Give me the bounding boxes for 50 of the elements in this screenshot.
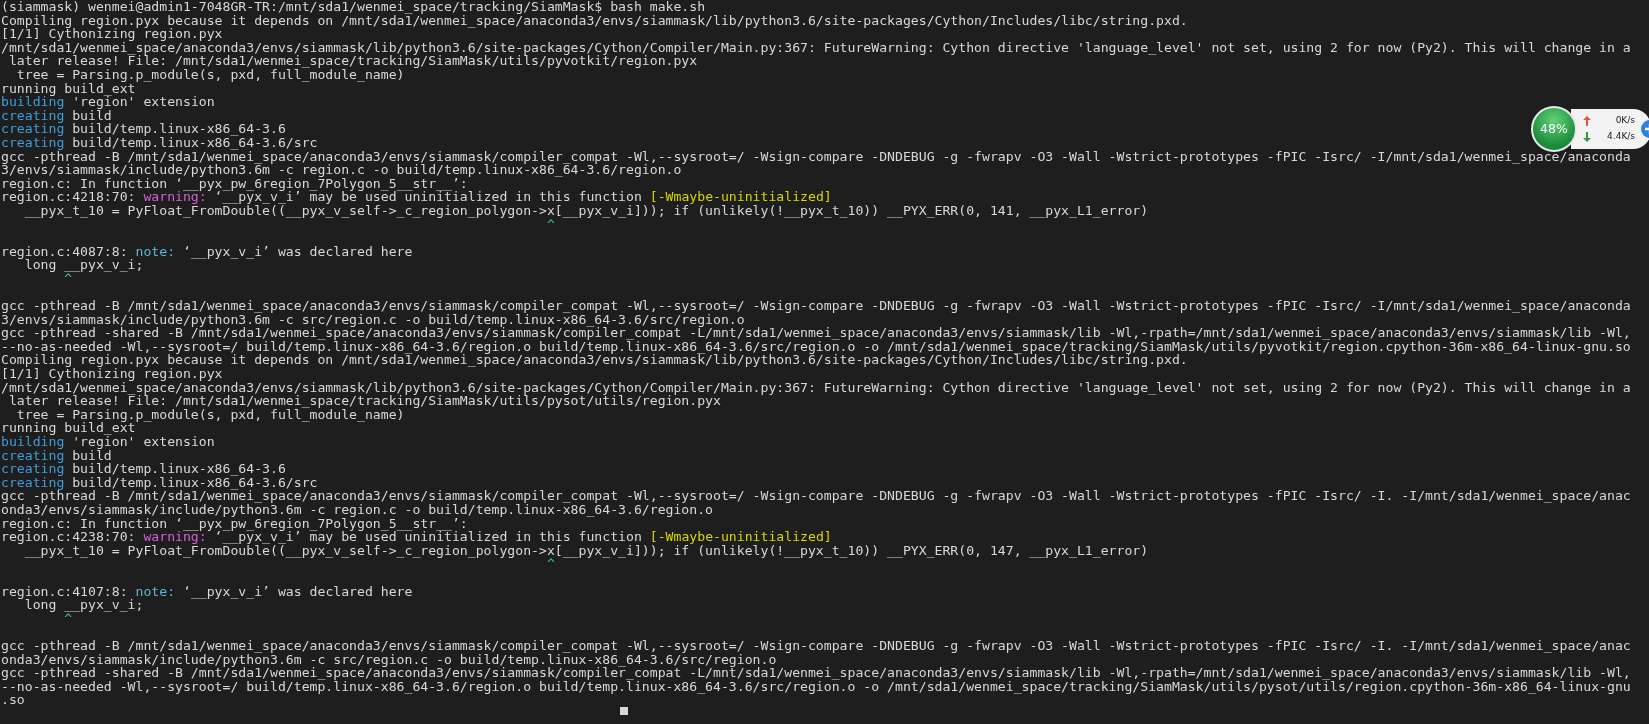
terminal-line: running build_ext	[1, 421, 136, 435]
terminal-line: gcc -pthread -B /mnt/sda1/wenmei_space/anaconda3/envs/siammask/compiler_compat -Wl,--sysroot=/ -Wsign-compare -DNDEBUG -g -fwrapv -O3 -Wall -Wstrict-prototypes -fPIC -Isrc/ -I/mnt/sda1/wenmei_space/anaconda	[1, 149, 1631, 164]
terminal-line: later release! File: /mnt/sda1/wenmei_space/tracking/SiamMask/utils/pysot/utils/region.pyx	[8, 394, 721, 408]
terminal-line: __pyx_t_10 = PyFloat_FromDouble((__pyx_v_self->_c_region_polygon->x[__pyx_v_i])); if (unlikely(!__pyx_t_10)) __PYX_ERR(0, 147, __pyx_L1_error)	[24, 543, 1149, 558]
terminal-line: 3/envs/siammask/include/python3.6m -c src/region.c -o build/temp.linux-x86_64-3.6/src/region.o	[1, 312, 745, 327]
terminal-line: [1/1] Cythonizing region.pyx	[1, 367, 223, 381]
terminal-line: running build_ext	[1, 81, 136, 96]
terminal-line: gcc -pthread -shared -B /mnt/sda1/wenmei_space/anaconda3/envs/siammask/compiler_compat -L/mnt/sda1/wenmei_space/anaconda3/envs/siammask/lib -Wl,-rpath=/mnt/sda1/wenmei_space/anaconda3/envs/siammask/lib -Wl,	[1, 326, 1631, 340]
terminal-line: --no-as-needed -Wl,--sysroot=/ build/temp.linux-x86_64-3.6/region.o build/temp.linux-x86_64-3.6/src/region.o -o /mnt/sda1/wenmei_space/tracking/SiamMask/utils/pysot/utils/region.cpython-36m-x86_64-linux-gnu	[1, 679, 1631, 694]
terminal-line: gcc -pthread -B /mnt/sda1/wenmei_space/anaconda3/envs/siammask/compiler_compat -Wl,--sysroot=/ -Wsign-compare -DNDEBUG -g -fwrapv -O3 -Wall -Wstrict-prototypes -fPIC -Isrc/ -I. -I/mnt/sda1/wenmei_space/anac	[1, 638, 1631, 653]
terminal-line: onda3/envs/siammask/include/python3.6m -c region.c -o build/temp.linux-x86_64-3.6/region.o	[1, 502, 714, 517]
terminal-line: later release! File: /mnt/sda1/wenmei_space/tracking/SiamMask/utils/pyvotkit/region.pyx	[8, 54, 698, 68]
text-cursor	[620, 706, 628, 715]
download-speed: 4.4K/s	[1607, 130, 1635, 143]
terminal-line: Compiling region.pyx because it depends on /mnt/sda1/wenmei_space/anaconda3/envs/siammask/lib/python3.6/site-packages/Cython/Includes/libc/string.pxd.	[1, 13, 1188, 28]
terminal-line: ^	[63, 271, 73, 286]
terminal-line: .so	[1, 693, 25, 707]
upload-speed: 0K/s	[1615, 114, 1635, 128]
terminal-line: region.c: In function ‘__pyx_pw_6region_7Polygon_5__str__’:	[1, 176, 468, 191]
upload-arrow-icon	[1583, 116, 1591, 127]
terminal-line: creating build	[1, 448, 112, 463]
terminal-line: region.c:4238:70: warning: ‘__pyx_v_i’ may be used uninitialized in this function [-Wmaybe-uninitialized]	[1, 530, 832, 544]
terminal-line: /mnt/sda1/wenmei_space/anaconda3/envs/siammask/lib/python3.6/site-packages/Cython/Compiler/Main.py:367: FutureWarning: Cython directive 'language_level' not set, using 2 for now (Py2). This will change in a	[1, 380, 1631, 395]
terminal-line: creating build/temp.linux-x86_64-3.6	[1, 462, 286, 476]
terminal-line: region.c:4087:8: note: ‘__pyx_v_i’ was declared here	[1, 244, 413, 259]
terminal-line: long __pyx_v_i;	[24, 258, 144, 272]
terminal-line: region.c:4107:8: note: ‘__pyx_v_i’ was declared here	[1, 584, 413, 599]
terminal-line: gcc -pthread -B /mnt/sda1/wenmei_space/anaconda3/envs/siammask/compiler_compat -Wl,--sysroot=/ -Wsign-compare -DNDEBUG -g -fwrapv -O3 -Wall -Wstrict-prototypes -fPIC -Isrc/ -I. -I/mnt/sda1/wenmei_space/anac	[1, 489, 1631, 503]
download-arrow-icon	[1583, 131, 1591, 142]
terminal-line: tree = Parsing.p_module(s, pxd, full_module_name)	[15, 67, 405, 82]
terminal-line: building 'region' extension	[1, 435, 215, 449]
terminal-line: tree = Parsing.p_module(s, pxd, full_module_name)	[15, 407, 405, 422]
terminal-line: creating build/temp.linux-x86_64-3.6	[1, 122, 286, 136]
terminal-line: 3/envs/siammask/include/python3.6m -c region.c -o build/temp.linux-x86_64-3.6/region.o	[1, 163, 682, 177]
terminal-line: ^	[546, 557, 555, 571]
terminal-line: region.c:4218:70: warning: ‘__pyx_v_i’ may be used uninitialized in this function [-Wmaybe-uninitialized]	[1, 190, 832, 204]
terminal-line: gcc -pthread -B /mnt/sda1/wenmei_space/anaconda3/envs/siammask/compiler_compat -Wl,--sysroot=/ -Wsign-compare -DNDEBUG -g -fwrapv -O3 -Wall -Wstrict-prototypes -fPIC -Isrc/ -I/mnt/sda1/wenmei_space/anaconda	[1, 299, 1631, 313]
terminal-line: region.c: In function ‘__pyx_pw_6region_7Polygon_5__str__’:	[1, 516, 468, 531]
terminal-line: (siammask) wenmei@admin1-7048GR-TR:/mnt/sda1/wenmei_space/tracking/SiamMask$ bash make.sh	[1, 0, 706, 14]
terminal-line: long __pyx_v_i;	[24, 598, 144, 612]
usage-percent: 48%	[1540, 122, 1568, 136]
terminal-line: ^	[63, 611, 73, 626]
terminal-line: Compiling region.pyx because it depends on /mnt/sda1/wenmei_space/anaconda3/envs/siammask/lib/python3.6/site-packages/Cython/Includes/libc/string.pxd.	[1, 353, 1188, 368]
terminal-line: ^	[546, 217, 555, 232]
terminal-line: onda3/envs/siammask/include/python3.6m -c src/region.c -o build/temp.linux-x86_64-3.6/src/region.o	[1, 652, 777, 667]
terminal-line: building 'region' extension	[1, 95, 215, 109]
terminal-line: [1/1] Cythonizing region.pyx	[1, 27, 223, 41]
terminal-line: gcc -pthread -shared -B /mnt/sda1/wenmei_space/anaconda3/envs/siammask/compiler_compat -L/mnt/sda1/wenmei_space/anaconda3/envs/siammask/lib -Wl,-rpath=/mnt/sda1/wenmei_space/anaconda3/envs/siammask/lib -Wl,	[1, 666, 1631, 680]
terminal-line: --no-as-needed -Wl,--sysroot=/ build/temp.linux-x86_64-3.6/region.o build/temp.linux-x86_64-3.6/src/region.o -o /mnt/sda1/wenmei_space/tracking/SiamMask/utils/pyvotkit/region.cpython-36m-x86_64-linux-gnu.so	[1, 339, 1631, 354]
terminal-line: __pyx_t_10 = PyFloat_FromDouble((__pyx_v_self->_c_region_polygon->x[__pyx_v_i])); if (unlikely(!__pyx_t_10)) __PYX_ERR(0, 141, __pyx_L1_error)	[24, 203, 1149, 218]
